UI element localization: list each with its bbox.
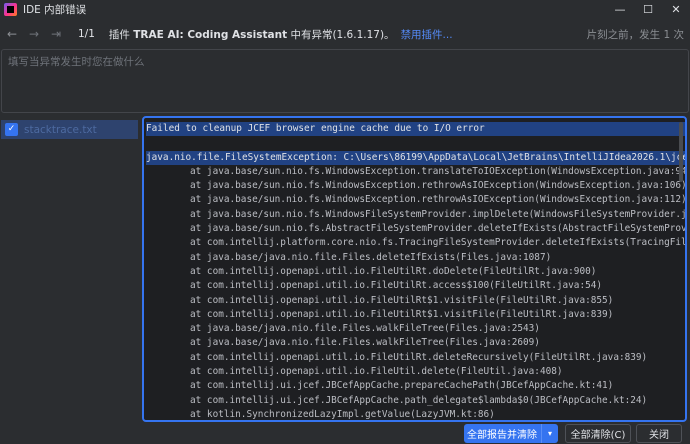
stacktrace-line: at java.base/sun.nio.fs.WindowsException… [190,194,687,206]
title-bar: IDE 内部错误 — ☐ ✕ [0,0,690,19]
stacktrace-line: at java.base/java.nio.file.Files.walkFil… [190,323,540,335]
stacktrace-line: at com.intellij.openapi.util.io.FileUtil… [190,366,563,378]
stacktrace-line: at java.base/java.nio.file.Files.walkFil… [190,337,540,349]
stacktrace-line: at java.base/sun.nio.fs.WindowsException… [190,180,687,192]
error-counter: 1/1 [78,28,95,40]
stacktrace-line: at java.base/sun.nio.fs.WindowsException… [190,165,687,177]
close-button[interactable]: 关闭 [636,424,682,443]
attachments-list: ✓ stacktrace.txt [1,120,139,420]
plugin-exception-message: 插件 TRAE AI: Coding Assistant 中有异常(1.6.1.… [109,27,395,42]
maximize-icon[interactable]: ☐ [634,0,662,19]
stacktrace-line [146,136,685,150]
attachment-item[interactable]: ✓ stacktrace.txt [1,120,138,139]
stacktrace-line: at java.base/sun.nio.fs.AbstractFileSyst… [190,223,687,235]
close-window-icon[interactable]: ✕ [662,0,690,19]
stacktrace-line: at com.intellij.openapi.util.io.FileUtil… [190,280,603,292]
stacktrace-line: java.nio.file.FileSystemException: C:\Us… [146,150,685,165]
minimize-icon[interactable]: — [606,0,634,19]
plugin-prefix: 插件 [108,28,134,41]
plugin-name: TRAE AI: Coding Assistant [133,28,288,41]
chevron-down-icon[interactable]: ▾ [541,424,558,443]
disable-plugin-link[interactable]: 禁用插件... [401,27,453,42]
stacktrace-line: at com.intellij.openapi.util.io.FileUtil… [190,294,614,306]
vertical-scrollbar[interactable] [679,122,683,182]
stacktrace-line: at java.base/java.nio.file.Files.deleteI… [190,251,552,263]
occurrence-info: 片刻之前，发生 1 次 [586,29,684,41]
last-error-icon[interactable]: ⇥ [48,26,64,42]
stacktrace-line: at com.intellij.ui.jcef.JBCefAppCache.pa… [190,394,648,406]
window-controls: — ☐ ✕ [606,0,690,19]
window-title: IDE 内部错误 [23,4,87,16]
comment-input[interactable]: 填写当异常发生时您在做什么 [1,49,689,113]
stacktrace-line: at java.base/sun.nio.fs.WindowsFileSyste… [190,208,687,220]
intellij-logo-icon [4,3,17,16]
next-error-icon[interactable]: → [26,26,42,42]
error-header: ← → ⇥ 1/1 插件 TRAE AI: Coding Assistant 中… [0,24,690,44]
stacktrace-line: Failed to cleanup JCEF browser engine ca… [146,122,685,137]
stacktrace-view[interactable]: Failed to cleanup JCEF browser engine ca… [142,116,687,422]
stacktrace-line: at com.intellij.platform.core.nio.fs.Tra… [190,237,687,249]
previous-error-icon[interactable]: ← [4,26,20,42]
clear-all-button[interactable]: 全部清除(C) [565,424,631,443]
stacktrace-line: at kotlin.SynchronizedLazyImpl.getValue(… [190,408,495,420]
dialog-footer: 全部报告并清除 ▾ 全部清除(C) 关闭 [0,422,690,444]
stacktrace-line: at com.intellij.openapi.util.io.FileUtil… [190,351,648,363]
stacktrace-line: at com.intellij.openapi.util.io.FileUtil… [190,308,614,320]
stacktrace-line: at com.intellij.ui.jcef.JBCefAppCache.pr… [190,380,614,392]
stacktrace-text: Failed to cleanup JCEF browser engine ca… [146,122,687,420]
stacktrace-line: at com.intellij.openapi.util.io.FileUtil… [190,265,597,277]
attachment-name: stacktrace.txt [24,123,97,136]
attachment-checkbox[interactable]: ✓ [5,123,18,136]
plugin-suffix: 中有异常(1.6.1.17)。 [287,28,395,41]
report-all-and-clear-button[interactable]: 全部报告并清除 ▾ [464,424,558,443]
